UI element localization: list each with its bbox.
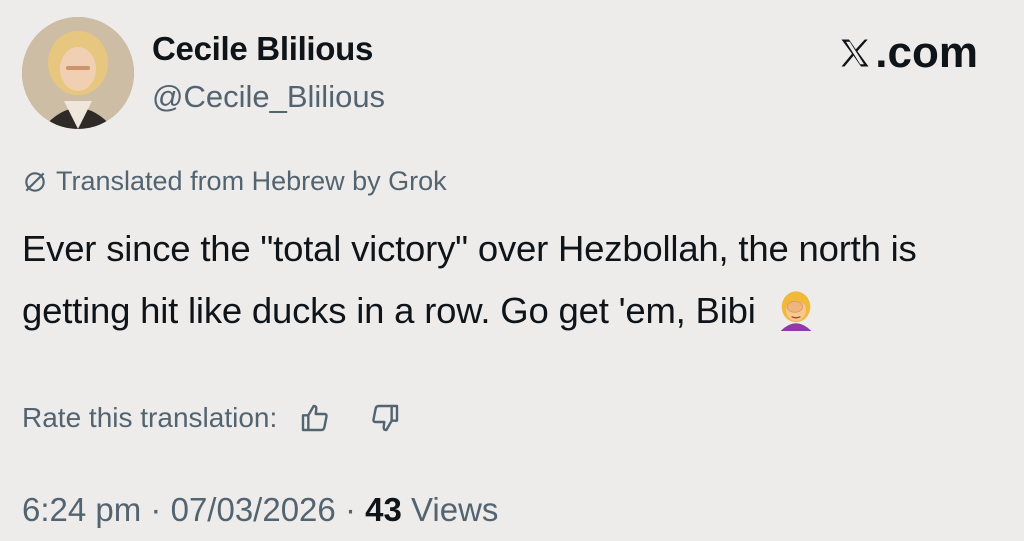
tweet-body: Ever since the "total victory" over Hezb…: [22, 218, 1002, 342]
meta-separator: ·: [344, 491, 356, 528]
x-logo-icon: [841, 39, 869, 67]
translation-notice: Translated from Hebrew by Grok: [22, 166, 447, 197]
translation-notice-text: Translated from Hebrew by Grok: [56, 166, 447, 196]
views-count: 43: [365, 491, 402, 528]
display-name[interactable]: Cecile Blilious: [152, 30, 373, 68]
woman-facepalming-icon: [780, 291, 811, 331]
views-label: Views: [411, 491, 499, 528]
x-com-logo[interactable]: .com: [837, 28, 978, 78]
avatar[interactable]: [22, 17, 134, 129]
rate-translation: Rate this translation:: [22, 402, 401, 434]
tweet-meta: 6:24 pm · 07/03/2026 · 43 Views: [22, 491, 498, 529]
thumbs-up-icon[interactable]: [299, 402, 331, 434]
tweet-date[interactable]: 07/03/2026: [171, 491, 336, 528]
thumbs-down-icon[interactable]: [369, 402, 401, 434]
brand-domain: .com: [875, 28, 978, 77]
meta-separator: ·: [150, 491, 162, 528]
user-handle[interactable]: @Cecile_Blilious: [152, 79, 385, 115]
rate-translation-label: Rate this translation:: [22, 402, 278, 433]
translate-icon: [25, 171, 45, 192]
tweet-time[interactable]: 6:24 pm: [22, 491, 141, 528]
